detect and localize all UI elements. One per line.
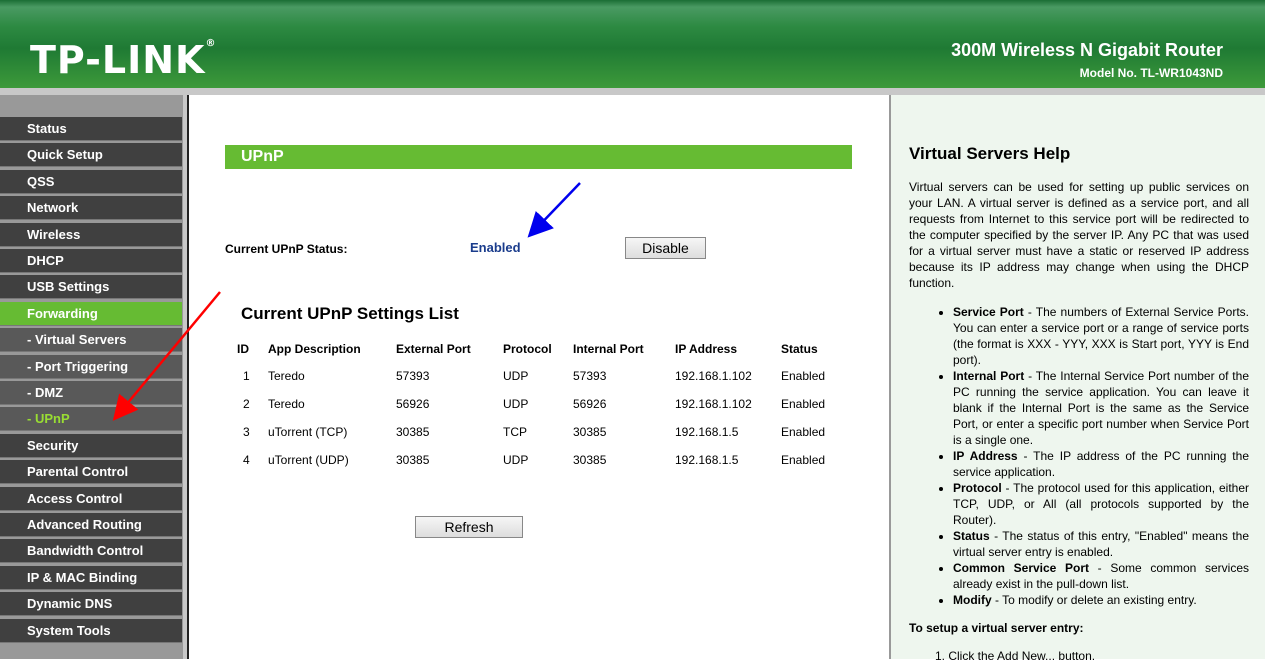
table-cell: TCP xyxy=(503,425,527,439)
help-term: Modify xyxy=(953,593,992,607)
setup-step: 1. Click the Add New... button. xyxy=(935,649,1096,663)
sidebar-item-access-control[interactable]: Access Control xyxy=(0,486,182,511)
table-cell: 56926 xyxy=(573,397,607,411)
help-panel: Virtual Servers Help Virtual servers can… xyxy=(889,95,1265,663)
help-term: IP Address xyxy=(953,449,1018,463)
tp-link-logo: TP-LINK® xyxy=(30,38,217,82)
sidebar-item-advanced-routing[interactable]: Advanced Routing xyxy=(0,513,182,537)
product-name: 300M Wireless N Gigabit Router xyxy=(951,40,1223,60)
table-cell: 30385 xyxy=(396,453,430,467)
sidebar-item-security[interactable]: Security xyxy=(0,433,182,458)
sidebar-item-wireless[interactable]: Wireless xyxy=(0,222,182,247)
help-item: Status - The status of this entry, "Enab… xyxy=(953,528,1249,560)
refresh-button[interactable]: Refresh xyxy=(415,516,523,538)
table-row: 4 uTorrent (UDP) 30385 UDP 30385 192.168.1.5 E… xyxy=(229,446,841,474)
column-header: External Port xyxy=(396,342,471,356)
help-item: Protocol - The protocol used for this ap… xyxy=(953,480,1249,528)
column-header: Internal Port xyxy=(573,342,644,356)
sidebar-item-dynamic-dns[interactable]: Dynamic DNS xyxy=(0,592,182,617)
sidebar-item-qss[interactable]: QSS xyxy=(0,169,182,194)
help-item: IP Address - The IP address of the PC ru… xyxy=(953,448,1249,480)
table-cell: Enabled xyxy=(781,369,826,383)
upnp-table: ID App Description External Port Protocol In… xyxy=(229,336,841,474)
table-cell: Enabled xyxy=(781,453,826,467)
table-cell: 30385 xyxy=(396,425,430,439)
table-cell: Enabled xyxy=(781,397,826,411)
help-term: Protocol xyxy=(953,481,1002,495)
table-row: 1 Teredo 57393 UDP 57393 192.168.1.102 Enabled xyxy=(229,362,841,390)
help-item: Modify - To modify or delete an existing… xyxy=(953,592,1249,608)
disable-button[interactable]: Disable xyxy=(625,237,706,259)
help-term: Service Port xyxy=(953,305,1024,319)
sidebar-item-upnp[interactable]: - UPnP xyxy=(0,407,182,432)
sidebar-item-ip-mac-binding[interactable]: IP & MAC Binding xyxy=(0,565,182,590)
table-cell: uTorrent (TCP) xyxy=(268,425,348,439)
sidebar-item-system-tools[interactable]: System Tools xyxy=(0,618,182,643)
column-header: App Description xyxy=(268,342,361,356)
column-header: Protocol xyxy=(503,342,552,356)
table-cell: UDP xyxy=(503,369,529,383)
page-title: UPnP xyxy=(225,145,852,169)
table-cell: UDP xyxy=(503,453,529,467)
table-row: 3 uTorrent (TCP) 30385 TCP 30385 192.168.1.5 E… xyxy=(229,418,841,446)
sidebar-item-network[interactable]: Network xyxy=(0,196,182,221)
table-cell: 192.168.1.102 xyxy=(675,369,752,383)
sidebar: Status Quick Setup QSS Network Wireless DHCP U… xyxy=(0,95,183,659)
table-cell: 56926 xyxy=(396,397,430,411)
table-cell: 30385 xyxy=(573,453,607,467)
table-cell: Teredo xyxy=(268,369,305,383)
table-cell: 192.168.1.102 xyxy=(675,397,752,411)
table-cell: 57393 xyxy=(396,369,430,383)
table-cell: 3 xyxy=(243,425,250,439)
header: TP-LINK® 300M Wireless N Gigabit Router … xyxy=(0,0,1265,88)
table-row: 2 Teredo 56926 UDP 56926 192.168.1.102 Enabled xyxy=(229,390,841,418)
table-cell: 1 xyxy=(243,369,250,383)
main-panel: UPnP Current UPnP Status: Enabled Disabl… xyxy=(187,95,887,659)
sidebar-item-dhcp[interactable]: DHCP xyxy=(0,249,182,273)
table-cell: 192.168.1.5 xyxy=(675,425,739,439)
upnp-status-label: Current UPnP Status: xyxy=(225,242,348,256)
column-header: ID xyxy=(237,342,249,356)
help-term: Common Service Port xyxy=(953,561,1090,575)
table-cell: 57393 xyxy=(573,369,607,383)
help-term: Internal Port xyxy=(953,369,1025,383)
table-cell: 192.168.1.5 xyxy=(675,453,739,467)
table-cell: 4 xyxy=(243,453,250,467)
help-intro: Virtual servers can be used for setting … xyxy=(909,180,1249,290)
help-item: Internal Port - The Internal Service Por… xyxy=(953,368,1249,448)
table-cell: UDP xyxy=(503,397,529,411)
sidebar-item-usb-settings[interactable]: USB Settings xyxy=(0,275,182,300)
help-term: Status xyxy=(953,529,990,543)
help-text: - To modify or delete an existing entry. xyxy=(991,593,1197,607)
sidebar-item-port-triggering[interactable]: - Port Triggering xyxy=(0,354,182,379)
help-item: Service Port - The numbers of External S… xyxy=(953,304,1249,368)
model-number: Model No. TL-WR1043ND xyxy=(1079,66,1223,80)
table-cell: Teredo xyxy=(268,397,305,411)
sidebar-item-dmz[interactable]: - DMZ xyxy=(0,381,182,405)
help-text: - The status of this entry, "Enabled" me… xyxy=(953,529,1249,559)
table-cell: 2 xyxy=(243,397,250,411)
table-cell: Enabled xyxy=(781,425,826,439)
sidebar-item-forwarding[interactable]: Forwarding xyxy=(0,301,182,326)
table-cell: uTorrent (UDP) xyxy=(268,453,349,467)
help-item: Common Service Port - Some common servic… xyxy=(953,560,1249,592)
sidebar-item-virtual-servers[interactable]: - Virtual Servers xyxy=(0,328,182,353)
setup-title: To setup a virtual server entry: xyxy=(909,621,1084,635)
sidebar-item-parental-control[interactable]: Parental Control xyxy=(0,460,182,485)
column-header: IP Address xyxy=(675,342,738,356)
column-header: Status xyxy=(781,342,818,356)
help-list: Service Port - The numbers of External S… xyxy=(953,304,1249,608)
header-divider xyxy=(0,88,1265,95)
settings-list-title: Current UPnP Settings List xyxy=(241,304,459,323)
sidebar-item-bandwidth-control[interactable]: Bandwidth Control xyxy=(0,539,182,564)
table-cell: 30385 xyxy=(573,425,607,439)
sidebar-item-quick-setup[interactable]: Quick Setup xyxy=(0,143,182,168)
table-header: ID App Description External Port Protocol In… xyxy=(229,336,841,362)
upnp-status-value: Enabled xyxy=(470,240,521,255)
help-title: Virtual Servers Help xyxy=(909,144,1071,163)
sidebar-item-status[interactable]: Status xyxy=(0,117,182,141)
